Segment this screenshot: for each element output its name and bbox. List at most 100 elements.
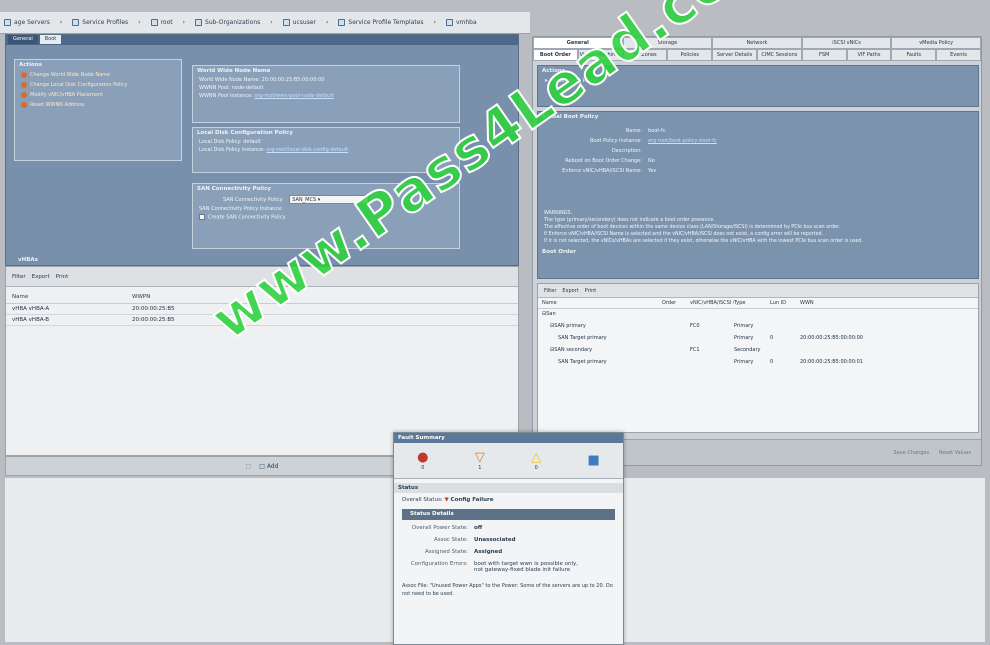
- tab-faults[interactable]: Faults: [891, 49, 937, 61]
- status-detail-label: Assigned State:: [424, 549, 468, 555]
- breadcrumb-item[interactable]: Service Profile Templates: [338, 19, 424, 26]
- status-detail-label: Overall Power State:: [411, 525, 468, 531]
- folder-icon: [338, 19, 346, 26]
- action-link[interactable]: Change Local Disk Configuration Policy: [15, 80, 181, 90]
- action-link[interactable]: Modify vNIC/vHBA Placement: [15, 90, 181, 100]
- action-link[interactable]: Reset WWNN Address: [15, 100, 181, 110]
- col-tree-order[interactable]: Order: [662, 300, 690, 306]
- breadcrumb-item[interactable]: ucsuser: [282, 19, 316, 26]
- breadcrumb-separator: ›: [59, 19, 63, 26]
- col-wwpn[interactable]: WWPN: [132, 294, 192, 300]
- breadcrumb-item[interactable]: Service Profiles: [72, 19, 128, 26]
- boot-vnic-cell: FC0: [690, 323, 700, 329]
- breadcrumb-label: ucsuser: [292, 19, 316, 26]
- col-tree-vnic[interactable]: vNIC/vHBA/iSCSI vNIC: [690, 300, 734, 306]
- field-label: Enforce vNIC/vHBA/iSCSI Name:: [562, 168, 642, 174]
- folder-icon: [195, 19, 203, 26]
- field-label: Local Disk Policy Instance:: [199, 147, 265, 153]
- field-value: No: [648, 158, 655, 164]
- reset-values-button[interactable]: Reset Values: [939, 450, 971, 456]
- folder-icon: [150, 19, 158, 26]
- local-disk-title: Local Disk Configuration Policy: [197, 130, 293, 136]
- tab-server-details[interactable]: Server Details: [712, 49, 757, 61]
- boot-order-row[interactable]: ⊟ SAN primary FC0 Primary: [538, 321, 978, 333]
- tab-policies[interactable]: Policies: [667, 49, 713, 61]
- action-label: Change Local Disk Configuration Policy: [30, 82, 128, 88]
- boot-order-name-cell: ⊟ San: [542, 311, 662, 319]
- instance-link[interactable]: org-root/local-disk-config-default: [266, 147, 348, 153]
- instance-link[interactable]: org-root/wwn-pool-node-default: [254, 93, 333, 99]
- fault-count-item[interactable]: ▽ 1: [475, 450, 485, 471]
- breadcrumb-separator: ›: [326, 19, 329, 26]
- print-button[interactable]: Print: [56, 274, 69, 280]
- create-san-link[interactable]: Create SAN Connectivity Policy: [208, 215, 286, 221]
- boot-policy-instance-link[interactable]: org-root/boot-policy-boot-fc: [648, 138, 717, 144]
- boot-order-row[interactable]: SAN Target primary Primary 0 20:00:00:25:B5…: [538, 333, 978, 345]
- boot-order-name-cell: ⊟ SAN primary: [542, 323, 662, 331]
- col-tree-wwn[interactable]: WWN: [800, 300, 920, 306]
- status-detail-row: Assigned State: Assigned: [394, 546, 623, 558]
- breadcrumb-item[interactable]: Sub-Organizations: [195, 19, 260, 26]
- col-tree-type[interactable]: Type: [734, 300, 770, 306]
- boot-lun-cell: [770, 311, 800, 319]
- breadcrumb-item[interactable]: root: [150, 19, 173, 26]
- boot-order-row[interactable]: ⊟ SAN secondary FC1 Secondary: [538, 345, 978, 357]
- fault-count-item[interactable]: ■: [587, 453, 599, 468]
- tab-boot[interactable]: Boot: [39, 35, 62, 44]
- tab-events[interactable]: Events: [936, 49, 981, 61]
- add-button[interactable]: □ Add: [259, 463, 278, 470]
- field-label: Boot Policy Instance:: [589, 138, 642, 144]
- fault-count-item[interactable]: ● 0: [417, 450, 428, 471]
- warning-line: If it is not selected, the vNICs/vHBAs a…: [544, 239, 863, 244]
- action-label: Modify vNIC/vHBA Placement: [30, 92, 104, 98]
- tree-export-button[interactable]: Export: [562, 288, 578, 294]
- tab-iscsi-vnics[interactable]: iSCSI vNICs: [801, 37, 892, 49]
- status-details-title[interactable]: Status Details: [402, 509, 615, 520]
- create-san-icon: [199, 214, 205, 220]
- breadcrumb-item[interactable]: age Servers: [4, 19, 50, 26]
- tab-network[interactable]: Network: [712, 37, 802, 49]
- field-row: World Wide Node Name: 20:00:00:25:B5:00:…: [193, 76, 459, 84]
- filter-button[interactable]: Filter: [12, 274, 26, 280]
- col-name[interactable]: Name: [12, 294, 132, 300]
- tab-general[interactable]: General: [8, 35, 38, 44]
- boot-vnic-cell: [690, 359, 734, 367]
- save-changes-button[interactable]: Save Changes: [893, 450, 929, 456]
- field-value: boot-fc: [648, 128, 666, 134]
- actions-title: Actions: [19, 62, 42, 68]
- boot-order-column-headers: Name Order vNIC/vHBA/iSCSI vNIC Type Lun…: [538, 298, 978, 309]
- boot-lun-cell: 0: [770, 335, 774, 341]
- boot-order-cell: [662, 335, 690, 343]
- boot-type-cell: Secondary: [734, 347, 761, 353]
- status-detail-label: Configuration Errors:: [410, 561, 468, 567]
- critical-icon: ●: [417, 450, 429, 465]
- tree-print-button[interactable]: Print: [585, 288, 597, 294]
- breadcrumb-separator: ›: [433, 19, 436, 26]
- breadcrumb-label: Service Profile Templates: [348, 19, 424, 26]
- boot-order-row[interactable]: SAN Target primary Primary 0 20:00:00:25:B5…: [538, 357, 978, 369]
- tab-vif-paths[interactable]: VIF Paths: [846, 49, 892, 61]
- col-tree-lun[interactable]: Lun ID: [770, 300, 800, 306]
- export-button[interactable]: Export: [32, 274, 50, 280]
- tab-vmedia-policy[interactable]: vMedia Policy: [891, 37, 981, 49]
- breadcrumb-separator: ›: [138, 19, 141, 26]
- vhbas-title: vHBAs: [18, 257, 38, 263]
- col-tree-name[interactable]: Name: [542, 300, 662, 306]
- field-label: WWNN Pool Instance:: [199, 93, 253, 99]
- tab-cimc-sessions[interactable]: CIMC Sessions: [756, 49, 802, 61]
- boot-order-row[interactable]: ⊟ San: [538, 309, 978, 321]
- field-value: Yes: [648, 168, 657, 174]
- action-link[interactable]: Change World Wide Node Name: [15, 70, 181, 80]
- field-value: node-default: [231, 85, 264, 91]
- vhba-wwpn: 20:00:00:25:B5: [132, 306, 175, 312]
- fault-count-item[interactable]: △ 0: [531, 450, 541, 471]
- wwnn-panel: World Wide Node Name World Wide Node Nam…: [192, 65, 460, 123]
- status-detail-row: Assoc State: Unassociated: [394, 534, 623, 546]
- delete-icon: □: [245, 462, 252, 470]
- boot-policy-field: Enforce vNIC/vHBA/iSCSI Name: Yes: [538, 166, 978, 176]
- breadcrumb-item[interactable]: vmhba: [445, 19, 477, 26]
- boot-type-cell: Primary: [734, 359, 754, 365]
- overall-status-icon: ▼: [444, 497, 449, 503]
- tab-fsm[interactable]: FSM: [801, 49, 847, 61]
- tree-filter-button[interactable]: Filter: [544, 288, 556, 294]
